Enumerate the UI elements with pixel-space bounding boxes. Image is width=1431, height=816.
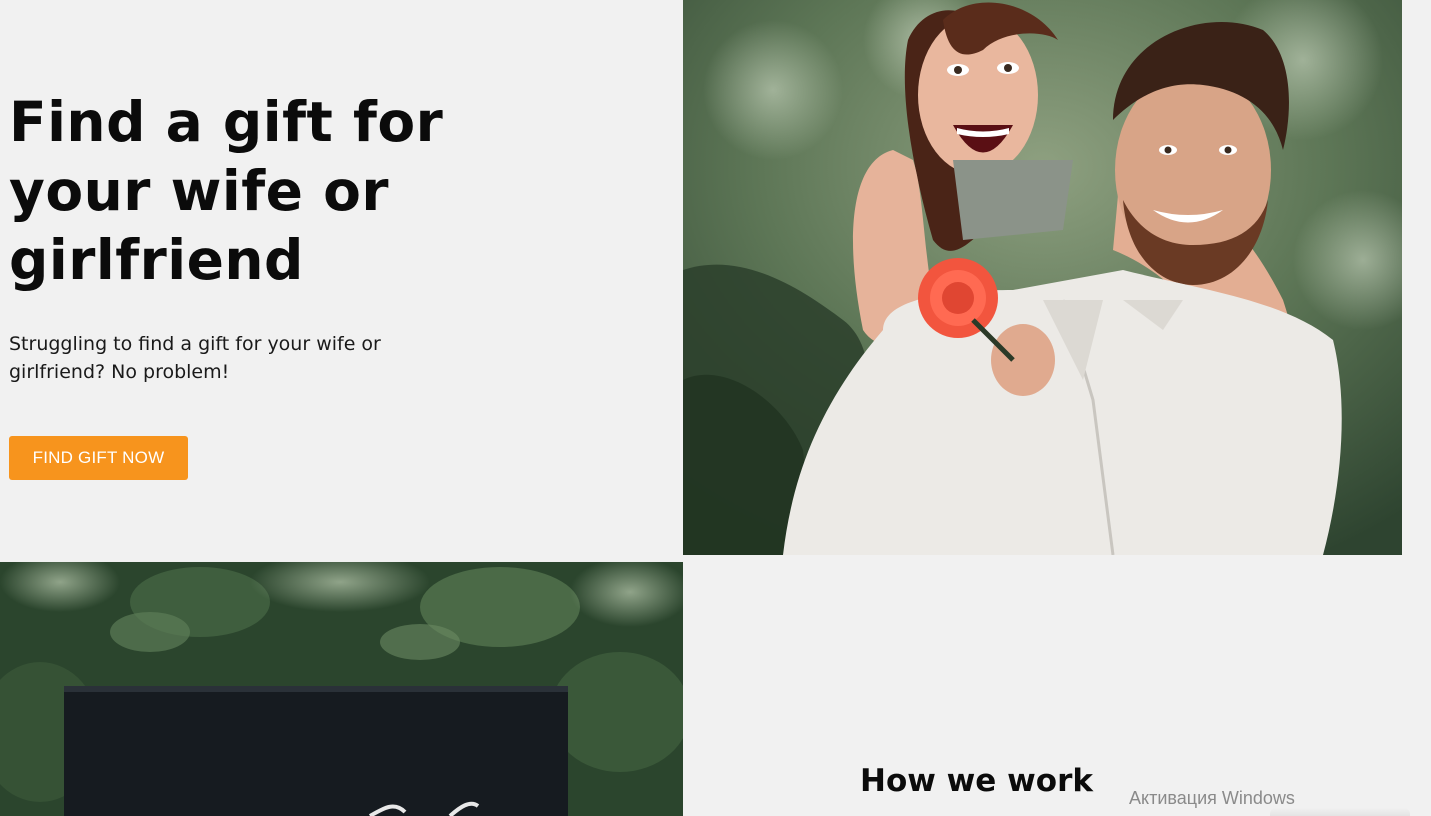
windows-activation-watermark: Активация Windows — [1129, 788, 1295, 808]
find-gift-now-button[interactable]: FIND GIFT NOW — [9, 436, 188, 480]
how-we-work-heading: How we work — [860, 763, 1093, 799]
hero-title: Find a gift for your wife or girlfriend — [9, 90, 444, 292]
hero-subtitle: Struggling to find a gift for your wife … — [9, 333, 381, 383]
hero-section: Find a gift for your wife or girlfriend … — [0, 0, 683, 562]
couple-photo — [683, 0, 1402, 555]
sign-photo — [0, 562, 683, 816]
scroll-shade — [1270, 808, 1410, 816]
